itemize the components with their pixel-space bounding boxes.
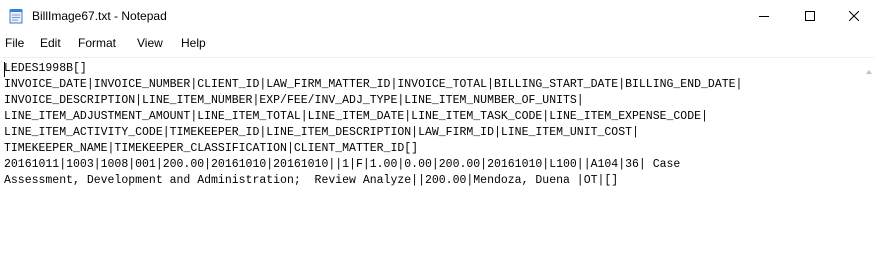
menu-format[interactable]: Format [78,35,116,51]
text-line: LEDES1998B[] [4,62,87,75]
minimize-icon [759,11,769,21]
menu-view[interactable]: View [137,35,163,51]
text-line: TIMEKEEPER_NAME|TIMEKEEPER_CLASSIFICATIO… [4,142,419,155]
menu-edit[interactable]: Edit [40,35,61,51]
text-line: LINE_ITEM_ADJUSTMENT_AMOUNT|LINE_ITEM_TO… [4,110,708,123]
scroll-up-arrow-icon[interactable] [865,62,873,80]
text-caret [4,62,5,77]
title-bar[interactable]: BillImage67.txt - Notepad [0,0,875,32]
text-line: LINE_ITEM_ACTIVITY_CODE|TIMEKEEPER_ID|LI… [4,126,639,139]
text-line: Assessment, Development and Administrati… [4,174,619,187]
notepad-icon [8,8,24,24]
menu-bar: File Edit Format View Help [0,32,875,54]
minimize-button[interactable] [741,0,787,32]
text-line: INVOICE_DATE|INVOICE_NUMBER|CLIENT_ID|LA… [4,78,743,91]
menu-file[interactable]: File [5,35,24,51]
text-editor[interactable]: LEDES1998B[] INVOICE_DATE|INVOICE_NUMBER… [0,58,875,265]
close-button[interactable] [833,0,875,32]
maximize-button[interactable] [787,0,833,32]
close-icon [849,11,859,21]
text-line: 20161011|1003|1008|001|200.00|20161010|2… [4,158,681,171]
document-text[interactable]: LEDES1998B[] INVOICE_DATE|INVOICE_NUMBER… [4,61,742,189]
menu-help[interactable]: Help [181,35,206,51]
text-line: INVOICE_DESCRIPTION|LINE_ITEM_NUMBER|EXP… [4,94,584,107]
maximize-icon [805,11,815,21]
window-title: BillImage67.txt - Notepad [32,9,167,23]
vertical-scrollbar[interactable] [863,58,875,265]
